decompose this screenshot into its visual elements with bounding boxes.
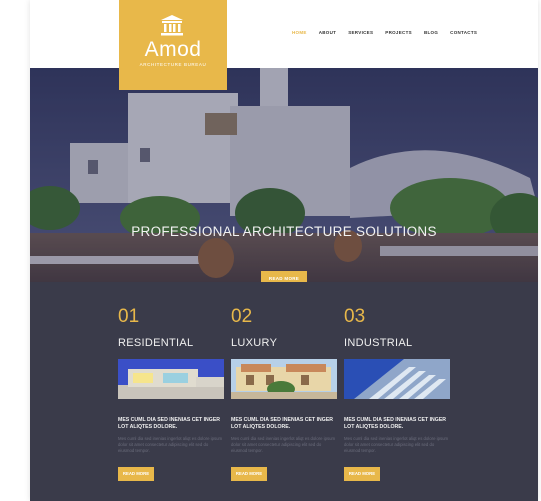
nav-projects[interactable]: PROJECTS [385, 30, 412, 35]
service-image [344, 359, 450, 399]
service-title: LUXURY [231, 337, 278, 349]
hero-title: PROFESSIONAL ARCHITECTURE SOLUTIONS [131, 224, 437, 239]
service-number: 03 [344, 306, 366, 327]
nav-blog[interactable]: BLOG [424, 30, 438, 35]
page: Amod ARCHITECTURE BUREAU HOME ABOUT SERV… [30, 0, 538, 501]
hero-banner: PROFESSIONAL ARCHITECTURE SOLUTIONS READ… [30, 68, 538, 282]
hero-image [30, 68, 538, 282]
service-number: 02 [231, 306, 253, 327]
service-number: 01 [118, 306, 140, 327]
service-description: Mes cuml dia sed inenias ingerlot aliqt … [344, 436, 449, 453]
nav-about[interactable]: ABOUT [319, 30, 337, 35]
service-description: Mes cuml dia sed inenias ingerlot aliqt … [118, 436, 223, 453]
service-read-more-button[interactable]: READ MORE [118, 467, 154, 481]
nav-contacts[interactable]: CONTACTS [450, 30, 477, 35]
service-heading: MES CUML DIA SED INENIAS CET INGER LOT A… [231, 417, 334, 430]
main-nav: HOME ABOUT SERVICES PROJECTS BLOG CONTAC… [292, 30, 489, 35]
nav-services[interactable]: SERVICES [348, 30, 373, 35]
brand-tagline: ARCHITECTURE BUREAU [139, 62, 207, 67]
hero-read-more-button[interactable]: READ MORE [261, 271, 307, 282]
service-title: INDUSTRIAL [344, 337, 413, 349]
service-heading: MES CUML DIA SED INENIAS CET INGER LOT A… [118, 417, 221, 430]
logo[interactable]: Amod ARCHITECTURE BUREAU [119, 0, 227, 90]
service-description: Mes cuml dia sed inenias ingerlot aliqt … [231, 436, 336, 453]
nav-home[interactable]: HOME [292, 30, 307, 35]
service-read-more-button[interactable]: READ MORE [231, 467, 267, 481]
service-image [231, 359, 337, 399]
header: Amod ARCHITECTURE BUREAU HOME ABOUT SERV… [30, 0, 538, 90]
building-columns-icon [161, 15, 183, 36]
services-section: 01 RESIDENTIAL MES CUML DIA SED INENIAS … [30, 282, 538, 501]
service-heading: MES CUML DIA SED INENIAS CET INGER LOT A… [344, 417, 447, 430]
service-image [118, 359, 224, 399]
service-title: RESIDENTIAL [118, 337, 194, 349]
brand-name: Amod [144, 38, 202, 61]
service-read-more-button[interactable]: READ MORE [344, 467, 380, 481]
